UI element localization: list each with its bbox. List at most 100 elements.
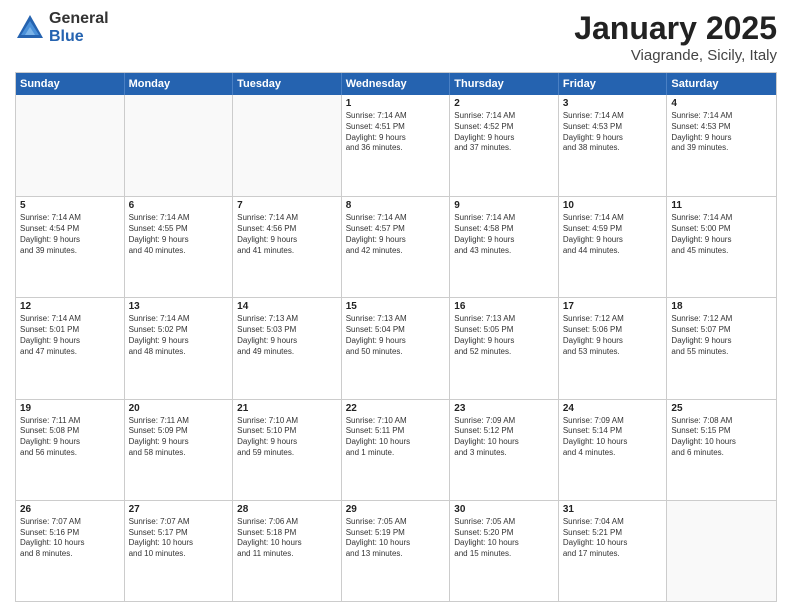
day-number: 7 xyxy=(237,200,337,211)
cell-text: Sunrise: 7:11 AM Sunset: 5:08 PM Dayligh… xyxy=(20,416,120,459)
day-number: 8 xyxy=(346,200,446,211)
calendar-cell: 30 Sunrise: 7:05 AM Sunset: 5:20 PM Dayli… xyxy=(450,501,559,601)
day-number: 23 xyxy=(454,403,554,414)
weekday-header: Monday xyxy=(125,73,234,95)
day-number: 19 xyxy=(20,403,120,414)
calendar-row: 5 Sunrise: 7:14 AM Sunset: 4:54 PM Daylig… xyxy=(16,196,776,297)
cell-text: Sunrise: 7:14 AM Sunset: 5:00 PM Dayligh… xyxy=(671,213,772,256)
cell-text: Sunrise: 7:07 AM Sunset: 5:17 PM Dayligh… xyxy=(129,517,229,560)
calendar-cell: 8 Sunrise: 7:14 AM Sunset: 4:57 PM Daylig… xyxy=(342,197,451,297)
day-number: 28 xyxy=(237,504,337,515)
cell-text: Sunrise: 7:14 AM Sunset: 4:58 PM Dayligh… xyxy=(454,213,554,256)
weekday-header: Thursday xyxy=(450,73,559,95)
cell-text: Sunrise: 7:14 AM Sunset: 4:57 PM Dayligh… xyxy=(346,213,446,256)
calendar-cell: 23 Sunrise: 7:09 AM Sunset: 5:12 PM Dayli… xyxy=(450,400,559,500)
cell-text: Sunrise: 7:09 AM Sunset: 5:12 PM Dayligh… xyxy=(454,416,554,459)
calendar-cell: 6Sunrise: 7:14 AM Sunset: 4:55 PM Daylig… xyxy=(125,197,234,297)
cell-text: Sunrise: 7:14 AM Sunset: 4:53 PM Dayligh… xyxy=(671,111,772,154)
empty-cell xyxy=(125,95,234,196)
day-number: 16 xyxy=(454,301,554,312)
calendar-row: 19 Sunrise: 7:11 AM Sunset: 5:08 PM Dayli… xyxy=(16,399,776,500)
calendar-cell: 29 Sunrise: 7:05 AM Sunset: 5:19 PM Dayli… xyxy=(342,501,451,601)
cell-text: Sunrise: 7:11 AM Sunset: 5:09 PM Dayligh… xyxy=(129,416,229,459)
page-subtitle: Viagrande, Sicily, Italy xyxy=(574,47,777,64)
calendar-cell: 9Sunrise: 7:14 AM Sunset: 4:58 PM Daylig… xyxy=(450,197,559,297)
calendar-cell: 15 Sunrise: 7:13 AM Sunset: 5:04 PM Dayli… xyxy=(342,298,451,398)
calendar-row: 26 Sunrise: 7:07 AM Sunset: 5:16 PM Dayli… xyxy=(16,500,776,601)
calendar-cell: 10 Sunrise: 7:14 AM Sunset: 4:59 PM Dayli… xyxy=(559,197,668,297)
cell-text: Sunrise: 7:14 AM Sunset: 5:01 PM Dayligh… xyxy=(20,314,120,357)
weekday-header: Wednesday xyxy=(342,73,451,95)
day-number: 15 xyxy=(346,301,446,312)
calendar-cell: 11 Sunrise: 7:14 AM Sunset: 5:00 PM Dayli… xyxy=(667,197,776,297)
page-container: General Blue January 2025 Viagrande, Sic… xyxy=(0,0,792,612)
calendar-cell: 24 Sunrise: 7:09 AM Sunset: 5:14 PM Dayli… xyxy=(559,400,668,500)
calendar-cell: 21 Sunrise: 7:10 AM Sunset: 5:10 PM Dayli… xyxy=(233,400,342,500)
calendar-cell: 7Sunrise: 7:14 AM Sunset: 4:56 PM Daylig… xyxy=(233,197,342,297)
calendar-cell: 2 Sunrise: 7:14 AM Sunset: 4:52 PM Daylig… xyxy=(450,95,559,196)
cell-text: Sunrise: 7:04 AM Sunset: 5:21 PM Dayligh… xyxy=(563,517,663,560)
day-number: 5 xyxy=(20,200,120,211)
calendar-cell: 17Sunrise: 7:12 AM Sunset: 5:06 PM Dayli… xyxy=(559,298,668,398)
page-title: January 2025 xyxy=(574,10,777,47)
day-number: 10 xyxy=(563,200,663,211)
cell-text: Sunrise: 7:14 AM Sunset: 5:02 PM Dayligh… xyxy=(129,314,229,357)
day-number: 26 xyxy=(20,504,120,515)
day-number: 30 xyxy=(454,504,554,515)
header: General Blue January 2025 Viagrande, Sic… xyxy=(15,10,777,64)
calendar-cell: 28 Sunrise: 7:06 AM Sunset: 5:18 PM Dayli… xyxy=(233,501,342,601)
day-number: 29 xyxy=(346,504,446,515)
cell-text: Sunrise: 7:14 AM Sunset: 4:54 PM Dayligh… xyxy=(20,213,120,256)
cell-text: Sunrise: 7:08 AM Sunset: 5:15 PM Dayligh… xyxy=(671,416,772,459)
cell-text: Sunrise: 7:06 AM Sunset: 5:18 PM Dayligh… xyxy=(237,517,337,560)
calendar-cell: 12 Sunrise: 7:14 AM Sunset: 5:01 PM Dayli… xyxy=(16,298,125,398)
calendar-cell: 31Sunrise: 7:04 AM Sunset: 5:21 PM Dayli… xyxy=(559,501,668,601)
calendar: SundayMondayTuesdayWednesdayThursdayFrid… xyxy=(15,72,777,602)
cell-text: Sunrise: 7:10 AM Sunset: 5:10 PM Dayligh… xyxy=(237,416,337,459)
empty-cell xyxy=(233,95,342,196)
cell-text: Sunrise: 7:14 AM Sunset: 4:52 PM Dayligh… xyxy=(454,111,554,154)
cell-text: Sunrise: 7:14 AM Sunset: 4:51 PM Dayligh… xyxy=(346,111,446,154)
day-number: 21 xyxy=(237,403,337,414)
cell-text: Sunrise: 7:07 AM Sunset: 5:16 PM Dayligh… xyxy=(20,517,120,560)
cell-text: Sunrise: 7:12 AM Sunset: 5:06 PM Dayligh… xyxy=(563,314,663,357)
cell-text: Sunrise: 7:13 AM Sunset: 5:05 PM Dayligh… xyxy=(454,314,554,357)
cell-text: Sunrise: 7:05 AM Sunset: 5:20 PM Dayligh… xyxy=(454,517,554,560)
calendar-cell: 1Sunrise: 7:14 AM Sunset: 4:51 PM Daylig… xyxy=(342,95,451,196)
calendar-cell: 22 Sunrise: 7:10 AM Sunset: 5:11 PM Dayli… xyxy=(342,400,451,500)
calendar-cell: 26 Sunrise: 7:07 AM Sunset: 5:16 PM Dayli… xyxy=(16,501,125,601)
cell-text: Sunrise: 7:13 AM Sunset: 5:04 PM Dayligh… xyxy=(346,314,446,357)
calendar-cell: 20 Sunrise: 7:11 AM Sunset: 5:09 PM Dayli… xyxy=(125,400,234,500)
day-number: 24 xyxy=(563,403,663,414)
logo-icon xyxy=(15,13,45,43)
cell-text: Sunrise: 7:14 AM Sunset: 4:53 PM Dayligh… xyxy=(563,111,663,154)
cell-text: Sunrise: 7:10 AM Sunset: 5:11 PM Dayligh… xyxy=(346,416,446,459)
calendar-cell: 14Sunrise: 7:13 AM Sunset: 5:03 PM Dayli… xyxy=(233,298,342,398)
calendar-cell: 27Sunrise: 7:07 AM Sunset: 5:17 PM Dayli… xyxy=(125,501,234,601)
weekday-header: Friday xyxy=(559,73,668,95)
logo-blue-text: Blue xyxy=(49,28,109,46)
day-number: 12 xyxy=(20,301,120,312)
day-number: 22 xyxy=(346,403,446,414)
calendar-cell: 25Sunrise: 7:08 AM Sunset: 5:15 PM Dayli… xyxy=(667,400,776,500)
day-number: 14 xyxy=(237,301,337,312)
day-number: 18 xyxy=(671,301,772,312)
cell-text: Sunrise: 7:14 AM Sunset: 4:59 PM Dayligh… xyxy=(563,213,663,256)
calendar-cell: 19 Sunrise: 7:11 AM Sunset: 5:08 PM Dayli… xyxy=(16,400,125,500)
day-number: 2 xyxy=(454,98,554,109)
day-number: 4 xyxy=(671,98,772,109)
day-number: 11 xyxy=(671,200,772,211)
empty-cell xyxy=(667,501,776,601)
day-number: 3 xyxy=(563,98,663,109)
calendar-cell: 13Sunrise: 7:14 AM Sunset: 5:02 PM Dayli… xyxy=(125,298,234,398)
logo: General Blue xyxy=(15,10,109,45)
day-number: 6 xyxy=(129,200,229,211)
cell-text: Sunrise: 7:05 AM Sunset: 5:19 PM Dayligh… xyxy=(346,517,446,560)
calendar-cell: 16 Sunrise: 7:13 AM Sunset: 5:05 PM Dayli… xyxy=(450,298,559,398)
title-block: January 2025 Viagrande, Sicily, Italy xyxy=(574,10,777,64)
day-number: 20 xyxy=(129,403,229,414)
calendar-cell: 5 Sunrise: 7:14 AM Sunset: 4:54 PM Daylig… xyxy=(16,197,125,297)
cell-text: Sunrise: 7:09 AM Sunset: 5:14 PM Dayligh… xyxy=(563,416,663,459)
calendar-cell: 4 Sunrise: 7:14 AM Sunset: 4:53 PM Daylig… xyxy=(667,95,776,196)
cell-text: Sunrise: 7:12 AM Sunset: 5:07 PM Dayligh… xyxy=(671,314,772,357)
